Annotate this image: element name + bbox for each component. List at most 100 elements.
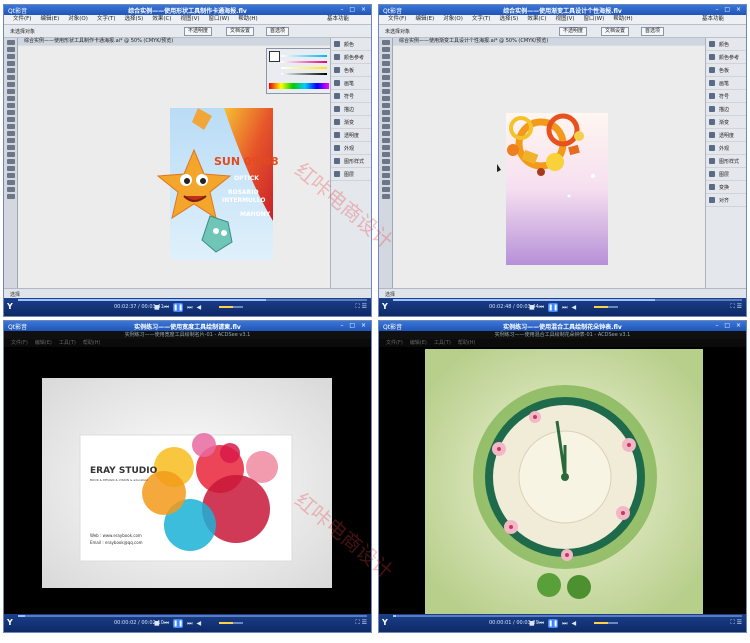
selection-tool-icon[interactable] bbox=[381, 40, 390, 45]
window-controls[interactable]: – □ × bbox=[715, 6, 743, 13]
menu-type[interactable]: 文字(T) bbox=[97, 15, 116, 24]
fullscreen-icon[interactable]: ⛶ ☰ bbox=[356, 303, 368, 311]
menu-tools[interactable]: 工具(T) bbox=[59, 340, 76, 346]
menu-help[interactable]: 帮助(H) bbox=[238, 15, 257, 24]
line-tool-icon[interactable] bbox=[381, 75, 390, 80]
menu-file[interactable]: 文件(F) bbox=[386, 340, 403, 346]
menu-edit[interactable]: 编辑(E) bbox=[415, 15, 434, 24]
menu-window[interactable]: 窗口(W) bbox=[584, 15, 605, 24]
dock-stroke[interactable]: 描边 bbox=[706, 103, 746, 116]
rectangle-tool-icon[interactable] bbox=[381, 82, 390, 87]
gradient-tool-icon[interactable] bbox=[6, 159, 15, 164]
eyedropper-icon[interactable] bbox=[381, 166, 390, 171]
next-icon[interactable]: ⏭ bbox=[187, 304, 192, 312]
menu-help[interactable]: 帮助(H) bbox=[83, 340, 101, 346]
opacity-button[interactable]: 不透明度 bbox=[184, 27, 213, 36]
dock-gradient[interactable]: 渐变 bbox=[331, 116, 371, 129]
menu-edit[interactable]: 编辑(E) bbox=[40, 15, 59, 24]
dock-graphic-styles[interactable]: 图形样式 bbox=[706, 155, 746, 168]
window-controls[interactable]: – □ × bbox=[340, 322, 368, 329]
scale-tool-icon[interactable] bbox=[381, 117, 390, 122]
artboard-canvas[interactable]: SUN 09/08 OPTICK ROSARIO INTERMULLO MAHO… bbox=[18, 46, 334, 289]
dock-transparency[interactable]: 透明度 bbox=[331, 129, 371, 142]
seek-bar[interactable] bbox=[393, 615, 742, 617]
pause-button[interactable]: ❚❚ bbox=[548, 303, 558, 312]
dock-layers[interactable]: 图层 bbox=[706, 168, 746, 181]
brush-tool-icon[interactable] bbox=[6, 89, 15, 94]
fullscreen-icon[interactable]: ⛶ ☰ bbox=[731, 303, 743, 311]
next-icon[interactable]: ⏭ bbox=[187, 620, 192, 628]
preferences-button[interactable]: 首选项 bbox=[266, 27, 290, 36]
menu-help[interactable]: 帮助(H) bbox=[458, 340, 476, 346]
volume-icon[interactable]: ◀ bbox=[571, 304, 576, 311]
eyedropper-icon[interactable] bbox=[6, 166, 15, 171]
menu-edit[interactable]: 编辑(E) bbox=[410, 340, 427, 346]
menu-view[interactable]: 视图(V) bbox=[180, 15, 199, 24]
dock-color-guide[interactable]: 颜色参考 bbox=[331, 51, 371, 64]
player-logo-icon[interactable]: Y bbox=[7, 618, 13, 627]
menu-file[interactable]: 文件(F) bbox=[388, 15, 406, 24]
menu-file[interactable]: 文件(F) bbox=[11, 340, 28, 346]
rotate-tool-icon[interactable] bbox=[6, 110, 15, 115]
type-tool-icon[interactable] bbox=[381, 68, 390, 73]
free-transform-icon[interactable] bbox=[6, 131, 15, 136]
previous-icon[interactable]: ⏮ bbox=[539, 620, 544, 628]
magic-wand-icon[interactable] bbox=[6, 54, 15, 59]
previous-icon[interactable]: ⏮ bbox=[539, 304, 544, 312]
color-panel[interactable] bbox=[266, 48, 334, 94]
dock-symbols[interactable]: 符号 bbox=[706, 90, 746, 103]
fullscreen-icon[interactable]: ⛶ ☰ bbox=[356, 619, 368, 627]
seek-bar[interactable] bbox=[393, 299, 742, 301]
line-tool-icon[interactable] bbox=[6, 75, 15, 80]
menu-tools[interactable]: 工具(T) bbox=[434, 340, 451, 346]
dock-swatches[interactable]: 色板 bbox=[331, 64, 371, 77]
workspace-switcher[interactable]: 基本功能 bbox=[327, 15, 349, 24]
previous-icon[interactable]: ⏮ bbox=[164, 304, 169, 312]
volume-icon[interactable]: ◀ bbox=[571, 620, 576, 627]
pencil-tool-icon[interactable] bbox=[6, 96, 15, 101]
zoom-tool-icon[interactable] bbox=[381, 194, 390, 199]
fullscreen-icon[interactable]: ⛶ ☰ bbox=[731, 619, 743, 627]
dock-transform[interactable]: 变换 bbox=[706, 181, 746, 194]
symbol-sprayer-icon[interactable] bbox=[381, 138, 390, 143]
hand-tool-icon[interactable] bbox=[381, 187, 390, 192]
width-tool-icon[interactable] bbox=[381, 124, 390, 129]
volume-slider[interactable] bbox=[219, 622, 243, 624]
blend-tool-icon[interactable] bbox=[381, 173, 390, 178]
document-tab[interactable]: 综合实例——使用渐变工具设计个性海报.ai* @ 50% (CMYK/预览) bbox=[393, 38, 706, 45]
pen-tool-icon[interactable] bbox=[381, 61, 390, 66]
rectangle-tool-icon[interactable] bbox=[6, 82, 15, 87]
rotate-tool-icon[interactable] bbox=[381, 110, 390, 115]
dock-color-guide[interactable]: 颜色参考 bbox=[706, 51, 746, 64]
menu-type[interactable]: 文字(T) bbox=[472, 15, 491, 24]
artboard-canvas[interactable] bbox=[393, 46, 706, 289]
symbol-sprayer-icon[interactable] bbox=[6, 138, 15, 143]
dock-symbols[interactable]: 符号 bbox=[331, 90, 371, 103]
volume-slider[interactable] bbox=[594, 306, 618, 308]
stop-icon[interactable]: ■ bbox=[154, 304, 160, 311]
free-transform-icon[interactable] bbox=[381, 131, 390, 136]
stop-icon[interactable]: ■ bbox=[154, 620, 160, 627]
selection-tool-icon[interactable] bbox=[6, 40, 15, 45]
dock-appearance[interactable]: 外观 bbox=[331, 142, 371, 155]
volume-icon[interactable]: ◀ bbox=[196, 620, 201, 627]
next-icon[interactable]: ⏭ bbox=[562, 620, 567, 628]
direct-select-tool-icon[interactable] bbox=[6, 47, 15, 52]
previous-icon[interactable]: ⏮ bbox=[164, 620, 169, 628]
magic-wand-icon[interactable] bbox=[381, 54, 390, 59]
next-icon[interactable]: ⏭ bbox=[562, 304, 567, 312]
dock-gradient[interactable]: 渐变 bbox=[706, 116, 746, 129]
pause-button[interactable]: ❚❚ bbox=[548, 619, 558, 628]
slice-tool-icon[interactable] bbox=[6, 180, 15, 185]
type-tool-icon[interactable] bbox=[6, 68, 15, 73]
menu-window[interactable]: 窗口(W) bbox=[209, 15, 230, 24]
menu-view[interactable]: 视图(V) bbox=[555, 15, 574, 24]
dock-brushes[interactable]: 画笔 bbox=[706, 77, 746, 90]
eraser-tool-icon[interactable] bbox=[6, 103, 15, 108]
menu-effect[interactable]: 效果(C) bbox=[152, 15, 171, 24]
pause-button[interactable]: ❚❚ bbox=[173, 619, 183, 628]
dock-color[interactable]: 颜色 bbox=[331, 38, 371, 51]
dock-transparency[interactable]: 透明度 bbox=[706, 129, 746, 142]
menu-help[interactable]: 帮助(H) bbox=[613, 15, 632, 24]
seek-bar[interactable] bbox=[18, 615, 367, 617]
